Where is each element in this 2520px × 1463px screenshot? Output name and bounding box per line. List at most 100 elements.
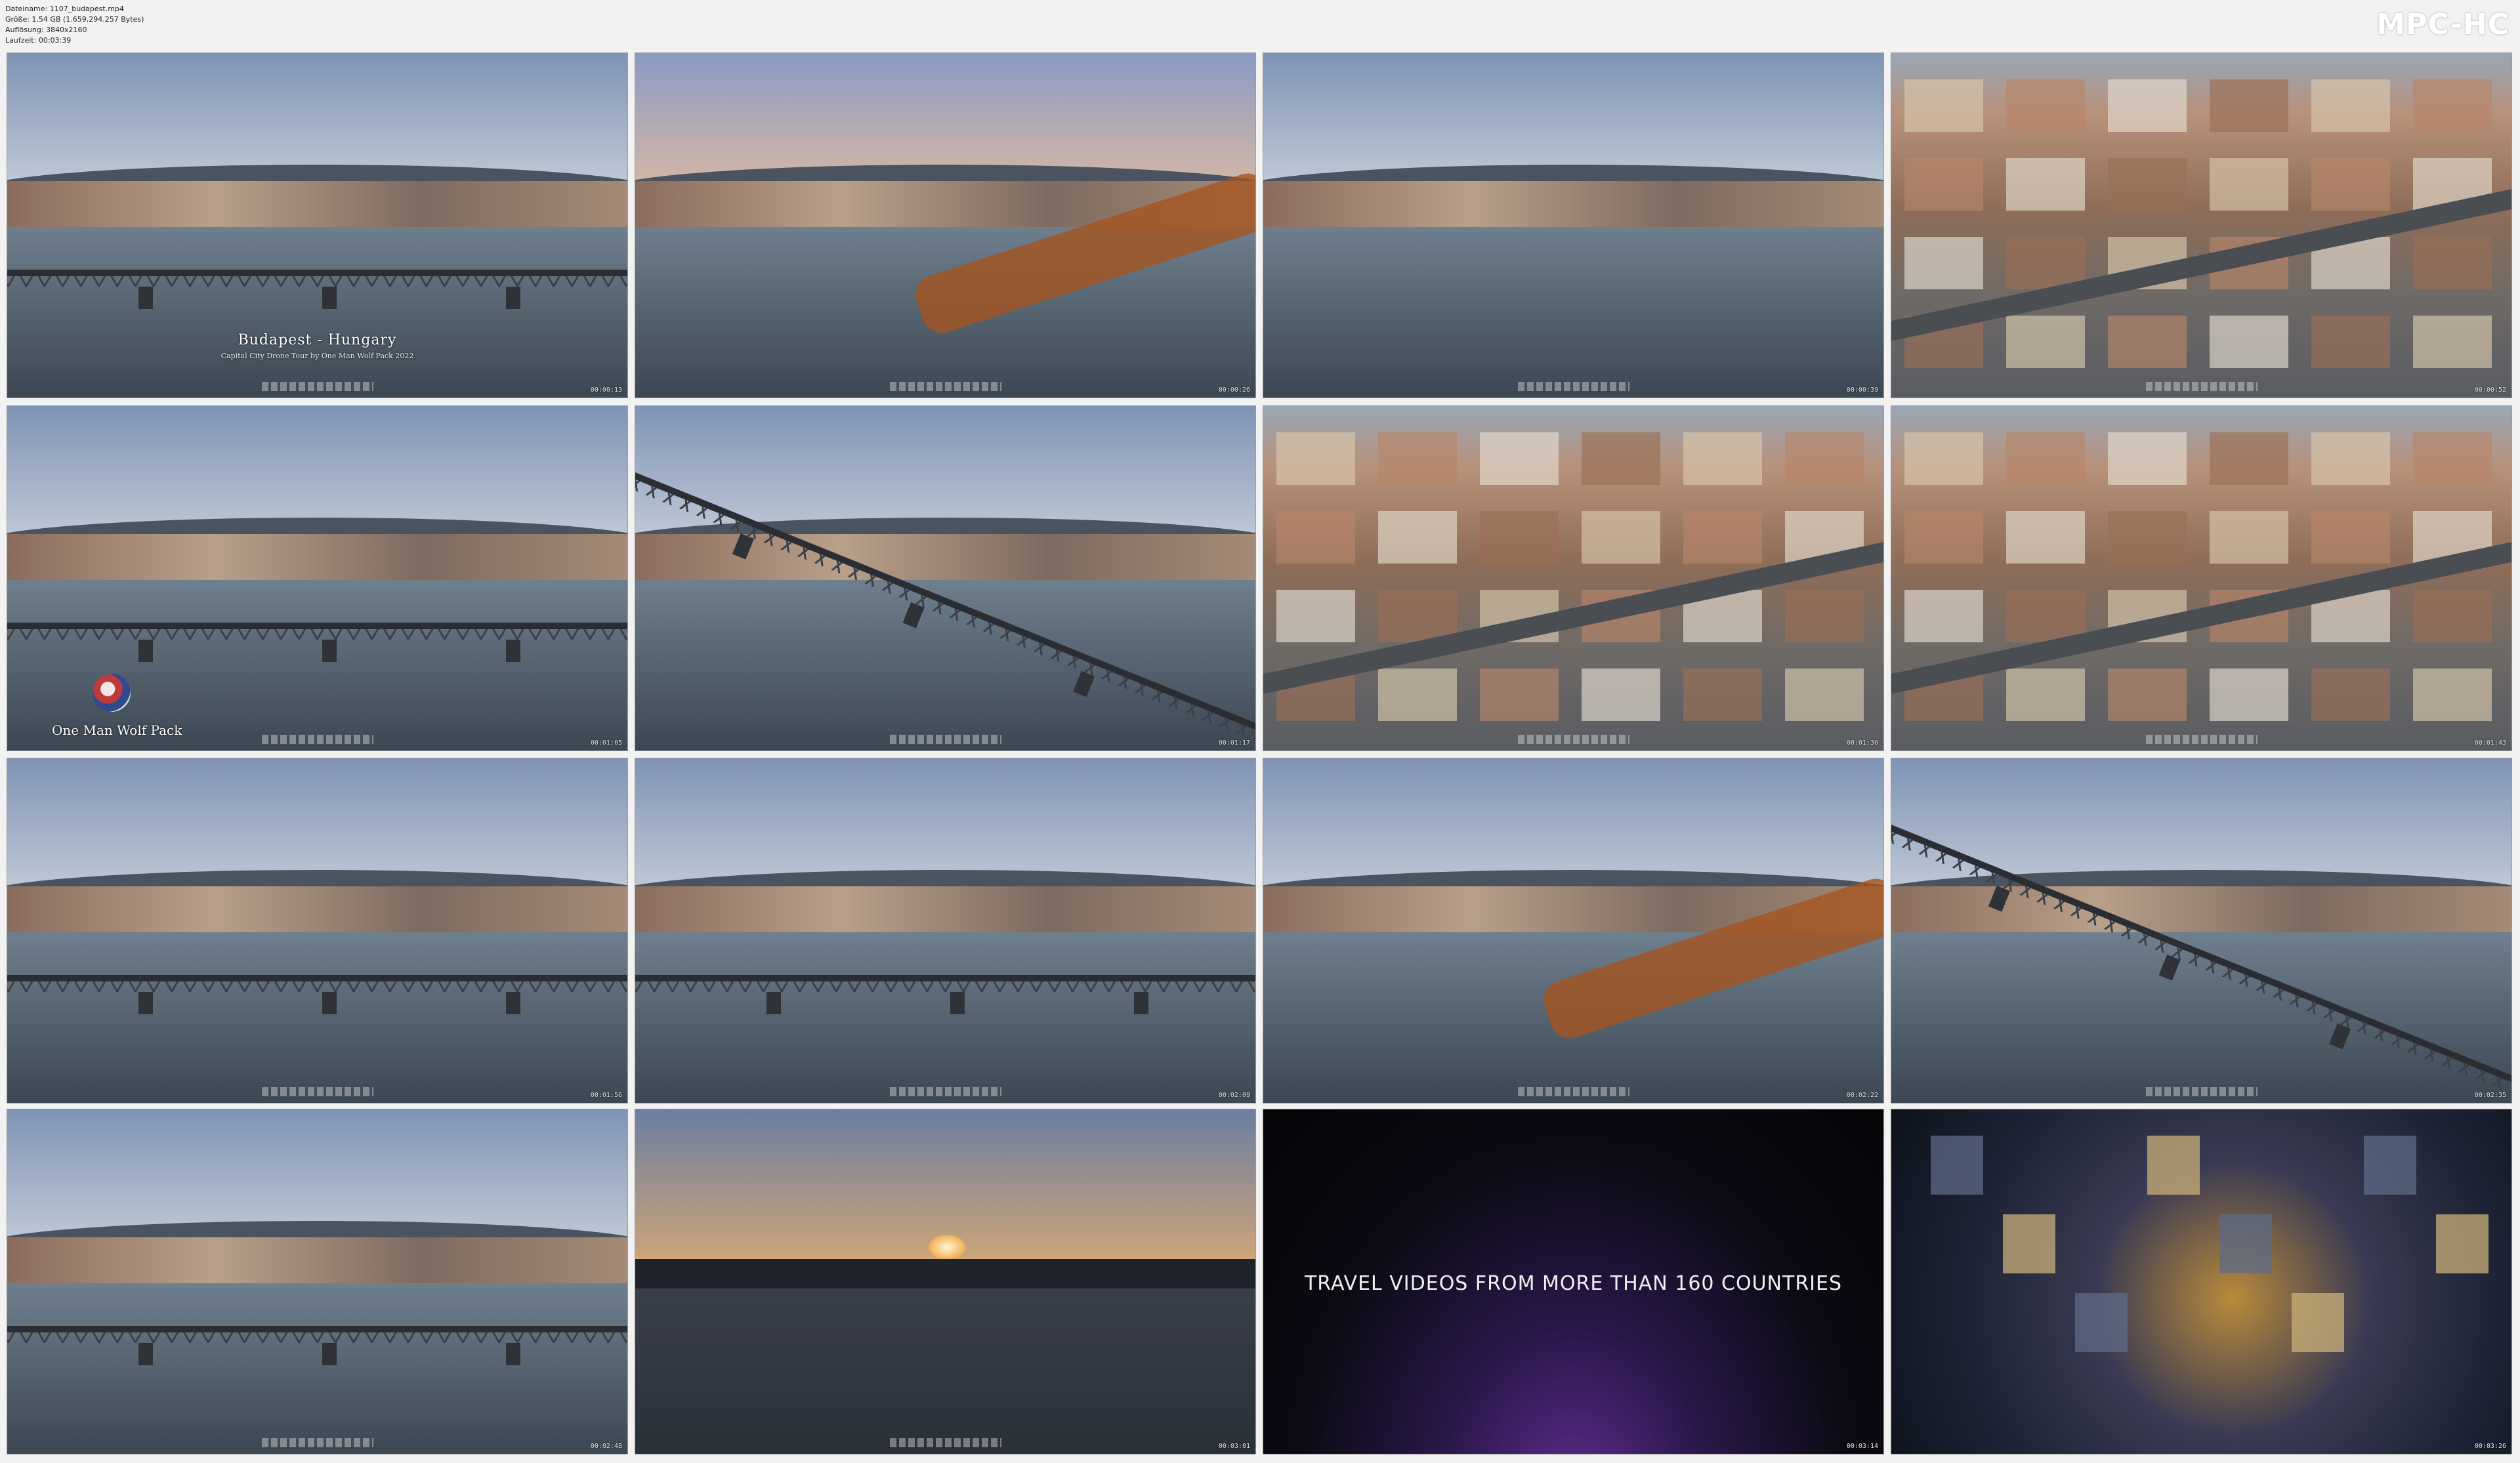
video-thumbnail[interactable]: 00:03:26 xyxy=(1891,1109,2512,1454)
building-block xyxy=(2364,1136,2416,1195)
bridge-deck xyxy=(7,623,627,629)
building-block xyxy=(2219,1214,2272,1273)
timestamp: 00:01:05 xyxy=(590,739,622,747)
timestamp: 00:01:17 xyxy=(1218,739,1250,747)
video-thumbnail[interactable]: 00:00:26 xyxy=(635,52,1256,398)
building-block xyxy=(2311,669,2390,721)
watermark xyxy=(2145,382,2258,391)
video-thumbnail[interactable]: One Man Wolf Pack 00:01:05 xyxy=(7,405,628,751)
building-block xyxy=(1582,511,1660,564)
timestamp: 00:03:14 xyxy=(1846,1443,1878,1450)
building-block xyxy=(2075,1293,2128,1352)
bridge-pier xyxy=(138,1343,153,1365)
watermark xyxy=(261,1438,373,1447)
city-band xyxy=(635,534,1255,580)
river xyxy=(7,932,627,1103)
city-band xyxy=(7,886,627,932)
watermark xyxy=(889,735,1001,744)
watermark xyxy=(2145,735,2258,744)
building-block xyxy=(2210,158,2288,211)
building-block xyxy=(2311,79,2390,132)
watermark xyxy=(261,382,373,391)
building-block xyxy=(2210,511,2288,564)
video-thumbnail[interactable]: 00:01:17 xyxy=(635,405,1256,751)
video-thumbnail[interactable]: 00:02:09 xyxy=(635,758,1256,1103)
bridge xyxy=(7,623,627,662)
bridge-pier xyxy=(322,992,337,1014)
building-block xyxy=(2210,669,2288,721)
building-block xyxy=(2413,237,2492,289)
bridge-pier xyxy=(322,1343,337,1365)
video-thumbnail[interactable]: 00:01:56 xyxy=(7,758,628,1103)
timestamp: 00:00:13 xyxy=(590,386,622,394)
video-thumbnail[interactable]: 00:03:01 xyxy=(635,1109,1256,1454)
building-block xyxy=(1378,669,1457,721)
building-block xyxy=(1582,432,1660,485)
watermark xyxy=(889,1087,1001,1096)
building-block xyxy=(1480,511,1559,564)
building-block xyxy=(2108,669,2187,721)
video-thumbnail[interactable]: 00:00:39 xyxy=(1263,52,1884,398)
timestamp: 00:02:09 xyxy=(1218,1092,1250,1099)
building-block xyxy=(1904,511,1983,564)
building-block xyxy=(2108,511,2187,564)
building-block xyxy=(2006,511,2085,564)
building-block xyxy=(2311,316,2390,368)
timestamp: 00:02:35 xyxy=(2474,1092,2506,1099)
building-block xyxy=(2006,158,2085,211)
building-block xyxy=(2210,316,2288,368)
video-thumbnail[interactable]: 00:02:35 xyxy=(1891,758,2512,1103)
video-thumbnail[interactable]: 00:01:30 xyxy=(1263,405,1884,751)
bridge xyxy=(7,975,627,1014)
bridge-pier xyxy=(138,287,153,309)
watermark xyxy=(889,1438,1001,1447)
bridge-pier xyxy=(766,992,781,1014)
video-thumbnail[interactable]: 00:02:48 xyxy=(7,1109,628,1454)
bridge-deck xyxy=(635,975,1255,981)
building-block xyxy=(1276,511,1355,564)
bridge xyxy=(7,1326,627,1365)
video-thumbnail[interactable]: 00:01:43 xyxy=(1891,405,2512,751)
video-thumbnail[interactable]: 00:02:22 xyxy=(1263,758,1884,1103)
video-thumbnail[interactable]: TRAVEL VIDEOS FROM MORE THAN 160 COUNTRI… xyxy=(1263,1109,1884,1454)
river xyxy=(7,1283,627,1454)
watermark xyxy=(261,1087,373,1096)
watermark xyxy=(1517,1087,1629,1096)
building-block xyxy=(2006,316,2085,368)
building-block xyxy=(2108,432,2187,485)
channel-logo-icon xyxy=(93,674,131,712)
building-block xyxy=(1785,590,1864,642)
city-band xyxy=(635,886,1255,932)
city-band xyxy=(1263,181,1883,227)
video-thumbnail[interactable]: 00:00:52 xyxy=(1891,52,2512,398)
bridge-deck xyxy=(7,1326,627,1332)
bridge-truss xyxy=(7,629,627,640)
building-block xyxy=(1931,1136,1983,1195)
bridge-pier xyxy=(322,287,337,309)
travel-tagline: TRAVEL VIDEOS FROM MORE THAN 160 COUNTRI… xyxy=(1304,1272,1843,1295)
building-block xyxy=(2311,158,2390,211)
building-block xyxy=(2006,79,2085,132)
watermark xyxy=(261,735,373,744)
bridge-deck xyxy=(7,975,627,981)
bridge-truss xyxy=(7,276,627,287)
building-block xyxy=(1904,590,1983,642)
watermark xyxy=(889,382,1001,391)
building-block xyxy=(2413,669,2492,721)
building-block xyxy=(1904,432,1983,485)
building-block xyxy=(1378,432,1457,485)
city-silhouette xyxy=(635,1259,1255,1288)
watermark xyxy=(2145,1087,2258,1096)
thumbnail-grid: Budapest - Hungary Capital City Drone Tou… xyxy=(0,0,2520,1463)
bridge-truss xyxy=(7,1332,627,1343)
timestamp: 00:00:52 xyxy=(2474,386,2506,394)
video-thumbnail[interactable]: Budapest - Hungary Capital City Drone Tou… xyxy=(7,52,628,398)
river xyxy=(7,227,627,398)
timestamp: 00:00:39 xyxy=(1846,386,1878,394)
building-block xyxy=(1785,432,1864,485)
river xyxy=(1263,227,1883,398)
video-title-overlay: Budapest - Hungary xyxy=(238,332,397,348)
sun xyxy=(927,1234,967,1260)
channel-name: One Man Wolf Pack xyxy=(52,722,182,738)
building-block xyxy=(2108,316,2187,368)
